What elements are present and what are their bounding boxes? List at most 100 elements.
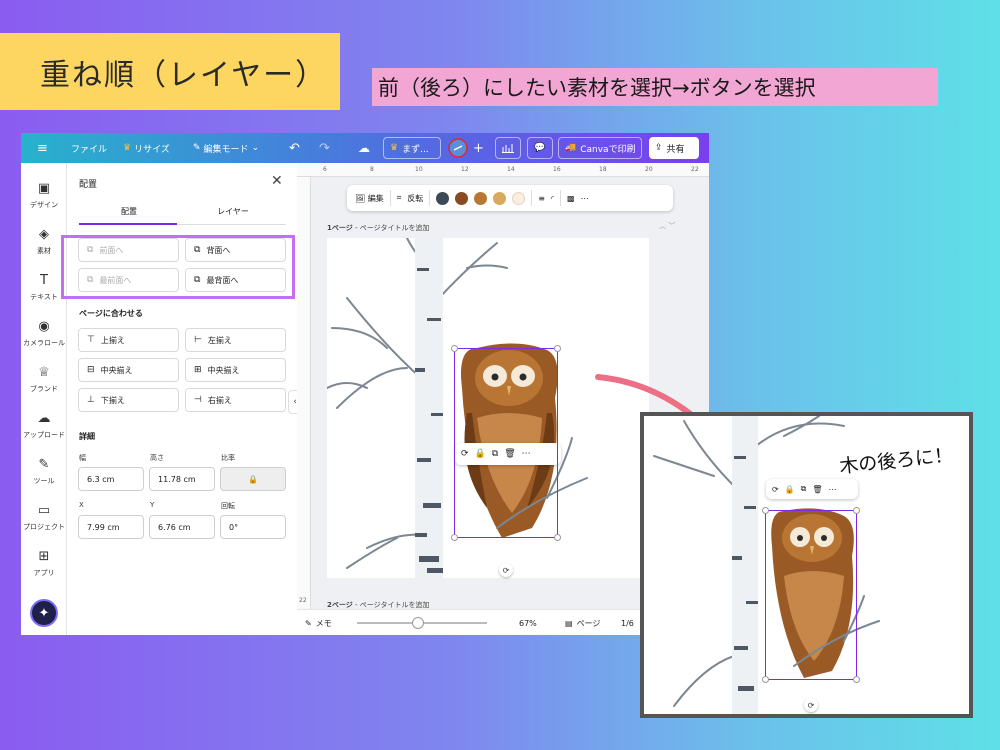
pages-button[interactable]: ▤ ページ: [565, 610, 600, 635]
align-center-icon: ⊞: [194, 365, 202, 375]
folder-icon: ▭: [37, 503, 51, 518]
rail-item-brand[interactable]: ♕ ブランド: [21, 365, 67, 394]
color-swatch[interactable]: [512, 191, 526, 205]
more-icon[interactable]: ⋯: [581, 194, 589, 203]
align-bottom-button[interactable]: ⊥ 下揃え: [78, 388, 179, 412]
align-bottom-icon: ⊥: [87, 395, 95, 405]
color-swatch[interactable]: [493, 191, 507, 205]
document-title[interactable]: ♛ まず...: [383, 137, 441, 159]
edit-mode-dropdown[interactable]: ✎ 編集モード ⌄: [193, 133, 259, 163]
avatar[interactable]: [447, 133, 469, 163]
height-input[interactable]: 11.78 cm: [149, 467, 215, 491]
ruler-left: 22: [297, 177, 311, 609]
notes-icon: ✎: [305, 618, 312, 628]
color-swatch[interactable]: [436, 191, 450, 205]
tab-layers[interactable]: レイヤー: [183, 206, 283, 217]
analytics-icon[interactable]: [495, 137, 521, 159]
lock-icon: 🔒: [248, 474, 258, 484]
edit-image-button[interactable]: 🖼 編集: [355, 193, 384, 204]
rail-item-tools[interactable]: ✎ ツール: [21, 457, 67, 486]
ruler-mark: 6: [323, 166, 327, 173]
rail-item-apps[interactable]: ⊞ アプリ: [21, 549, 67, 578]
width-input[interactable]: 6.3 cm: [78, 467, 144, 491]
align-center-button[interactable]: ⊞ 中央揃え: [185, 358, 286, 382]
align-middle-button[interactable]: ⊟ 中央揃え: [78, 358, 179, 382]
magic-sparkle-icon[interactable]: ✦: [30, 599, 58, 627]
ruler-mark: 22: [299, 597, 307, 604]
x-input[interactable]: 7.99 cm: [78, 515, 144, 539]
flip-button[interactable]: 反転: [407, 193, 423, 204]
cloud-save-icon[interactable]: ☁: [358, 133, 370, 163]
close-icon[interactable]: ✕: [271, 173, 283, 189]
resize-handle: [762, 507, 769, 514]
rail-item-camera-roll[interactable]: ◉ カメラロール: [21, 319, 67, 348]
ruler-mark: 12: [461, 166, 469, 173]
upload-icon: ⇪: [655, 143, 663, 153]
selection-box[interactable]: [451, 345, 561, 541]
ratio-lock-button[interactable]: 🔒: [220, 467, 286, 491]
border-weight-icon[interactable]: ≡: [538, 194, 545, 203]
position-panel: 配置 ✕ 配置 レイヤー ⧉ 前面へ ⧉ 背面へ ⧉ 最前面へ ⧉ 最背面へ ペ…: [68, 163, 296, 635]
file-menu[interactable]: ファイル: [71, 133, 107, 163]
tab-arrange[interactable]: 配置: [79, 206, 179, 217]
rotate-handle-icon[interactable]: ⟳: [499, 563, 513, 577]
pen-icon: ✎: [38, 457, 50, 472]
pages-icon: ▤: [565, 618, 573, 628]
page-1-label[interactable]: 1ページ - ページタイトルを追加: [327, 223, 429, 233]
align-section-title: ページに合わせる: [79, 309, 143, 318]
share-button[interactable]: ⇪ 共有: [649, 137, 699, 159]
align-right-button[interactable]: ⊣ 右揃え: [185, 388, 286, 412]
chevron-down-icon: ⌄: [251, 143, 260, 153]
color-swatch[interactable]: [474, 191, 488, 205]
toolbar-divider: [531, 190, 533, 206]
resize-handle: [762, 676, 769, 683]
notes-button[interactable]: ✎ メモ: [305, 610, 332, 635]
print-button[interactable]: 🚚 Canvaで印刷: [558, 137, 642, 159]
align-top-button[interactable]: ⊤ 上揃え: [78, 328, 179, 352]
corner-rounding-icon[interactable]: ◜: [551, 194, 554, 203]
page-2-label[interactable]: 2ページ - ページタイトルを追加: [327, 600, 429, 609]
resize-handle: [853, 676, 860, 683]
resize-handle[interactable]: [451, 534, 458, 541]
color-swatch[interactable]: [455, 191, 469, 205]
pencil-icon: ✎: [193, 143, 201, 153]
camera-icon: ◉: [38, 319, 50, 334]
crown-icon: ♛: [123, 143, 132, 153]
transparency-icon[interactable]: ▩: [567, 194, 575, 203]
resize-button[interactable]: ♛ リサイズ: [123, 133, 170, 163]
rail-item-upload[interactable]: ☁ アップロード: [21, 411, 67, 440]
result-inset: ⟳ 🔒 ⧉ 🗑 ⋯ ⟳ 木の後ろに！: [640, 412, 973, 718]
instruction-banner: 前（後ろ）にしたい素材を選択→ボタンを選択: [372, 68, 938, 106]
top-bar: ≡ ファイル ♛ リサイズ ✎ 編集モード ⌄ ↶ ↷ ☁ ♛ まず... + …: [21, 133, 709, 163]
inset-floating-toolbar: ⟳ 🔒 ⧉ 🗑 ⋯: [766, 479, 858, 499]
page-nav-icons[interactable]: ︿ ﹀: [659, 221, 675, 231]
resize-handle[interactable]: [554, 345, 561, 352]
more-icon: ⋯: [828, 484, 837, 494]
cloud-upload-icon: ☁: [37, 411, 51, 426]
crop-icon[interactable]: ⌗: [397, 193, 402, 203]
apps-icon: ⊞: [38, 549, 50, 564]
resize-handle[interactable]: [554, 534, 561, 541]
align-left-button[interactable]: ⊢ 左揃え: [185, 328, 286, 352]
rail-item-projects[interactable]: ▭ プロジェクト: [21, 503, 67, 532]
hamburger-icon[interactable]: ≡: [37, 133, 48, 163]
comment-icon[interactable]: 💬: [527, 137, 553, 159]
rotate-input[interactable]: 0°: [220, 515, 286, 539]
toolbar-divider: [560, 190, 562, 206]
zoom-level[interactable]: 67%: [519, 610, 537, 635]
rotate-label: 回転: [221, 502, 235, 510]
order-buttons-highlight: [61, 235, 295, 299]
x-label: X: [79, 501, 84, 509]
y-input[interactable]: 6.76 cm: [149, 515, 215, 539]
ruler-mark: 22: [691, 166, 699, 173]
rail-item-design[interactable]: ▣ デザイン: [21, 181, 67, 210]
ratio-label: 比率: [221, 454, 235, 462]
page-count[interactable]: 1/6: [621, 610, 634, 635]
zoom-slider-knob[interactable]: [412, 617, 424, 629]
undo-icon[interactable]: ↶: [289, 133, 300, 163]
add-collaborator-icon[interactable]: +: [473, 133, 484, 163]
resize-handle[interactable]: [451, 345, 458, 352]
redo-icon[interactable]: ↷: [319, 133, 330, 163]
align-left-icon: ⊢: [194, 335, 202, 345]
active-tab-indicator: [79, 223, 177, 225]
